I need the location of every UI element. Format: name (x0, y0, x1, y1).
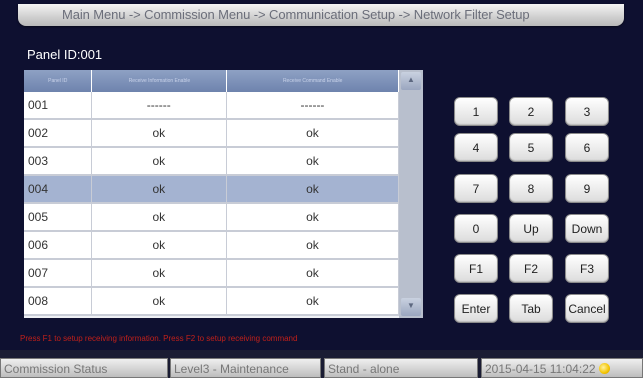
key-enter-button[interactable]: Enter (454, 294, 498, 323)
cell-panel-id: 001 (24, 92, 92, 118)
column-header-receive-command[interactable]: Receive Command Enable (227, 70, 399, 92)
column-header-panel-id[interactable]: Panel ID (24, 70, 93, 92)
key-5-button[interactable]: 5 (509, 133, 553, 162)
status-bar: Commission Status Level3 - Maintenance S… (0, 350, 643, 378)
table-body: 001 ------ ------ 002 ok ok 003 ok ok 00… (24, 92, 399, 318)
cell-receive-command[interactable]: ok (227, 148, 399, 174)
clock-icon (598, 363, 610, 374)
table-scrollbar[interactable]: ▲ ▼ (399, 70, 423, 318)
key-9-button[interactable]: 9 (565, 174, 609, 203)
cell-panel-id: 005 (24, 204, 92, 230)
cell-panel-id: 002 (24, 120, 92, 146)
key-2-button[interactable]: 2 (509, 97, 553, 126)
table-row[interactable]: 005 ok ok (24, 204, 399, 232)
panel-id-label: Panel ID:001 (27, 47, 103, 62)
cell-receive-command[interactable]: ok (227, 176, 399, 202)
cell-receive-information[interactable]: ok (92, 148, 227, 174)
cell-panel-id: 004 (24, 176, 92, 202)
cell-panel-id: 008 (24, 288, 92, 314)
datetime-display: 2015-04-15 11:04:22 (481, 358, 643, 378)
arrow-down-icon: ▼ (407, 301, 415, 310)
key-3-button[interactable]: 3 (565, 97, 609, 126)
cell-panel-id: 003 (24, 148, 92, 174)
cell-receive-command[interactable]: ok (227, 260, 399, 286)
key-4-button[interactable]: 4 (454, 133, 498, 162)
table-header: Panel ID Receive Information Enable Rece… (24, 70, 399, 92)
operating-mode: Stand - alone (324, 358, 478, 378)
key-7-button[interactable]: 7 (454, 174, 498, 203)
key-tab-button[interactable]: Tab (509, 294, 553, 323)
cell-receive-command[interactable]: ok (227, 288, 399, 314)
scroll-up-button[interactable]: ▲ (401, 72, 421, 90)
key-0-button[interactable]: 0 (454, 214, 498, 243)
cell-receive-command[interactable]: ok (227, 120, 399, 146)
access-level: Level3 - Maintenance (170, 358, 321, 378)
arrow-up-icon: ▲ (407, 75, 415, 84)
cell-receive-information[interactable]: ok (92, 232, 227, 258)
cell-receive-information[interactable]: ok (92, 120, 227, 146)
key-8-button[interactable]: 8 (509, 174, 553, 203)
breadcrumb: Main Menu -> Commission Menu -> Communic… (62, 7, 530, 22)
key-1-button[interactable]: 1 (454, 97, 498, 126)
table-row[interactable]: 001 ------ ------ (24, 92, 399, 120)
scroll-down-button[interactable]: ▼ (401, 298, 421, 316)
column-header-receive-information[interactable]: Receive Information Enable (92, 70, 228, 92)
cell-receive-information[interactable]: ------ (92, 92, 227, 118)
cell-receive-information[interactable]: ok (92, 260, 227, 286)
table-row[interactable]: 008 ok ok (24, 288, 399, 316)
cell-receive-information[interactable]: ok (92, 176, 227, 202)
network-filter-table: Panel ID Receive Information Enable Rece… (24, 70, 423, 318)
key-f2-button[interactable]: F2 (509, 254, 553, 283)
datetime-text: 2015-04-15 11:04:22 (485, 362, 596, 376)
cell-receive-command[interactable]: ok (227, 204, 399, 230)
cell-receive-command[interactable]: ------ (227, 92, 399, 118)
table-row[interactable]: 006 ok ok (24, 232, 399, 260)
key-f1-button[interactable]: F1 (454, 254, 498, 283)
cell-panel-id: 007 (24, 260, 92, 286)
key-6-button[interactable]: 6 (565, 133, 609, 162)
key-down-button[interactable]: Down (565, 214, 609, 243)
key-f3-button[interactable]: F3 (565, 254, 609, 283)
key-up-button[interactable]: Up (509, 214, 553, 243)
table-row[interactable]: 003 ok ok (24, 148, 399, 176)
cell-receive-command[interactable]: ok (227, 232, 399, 258)
cell-receive-information[interactable]: ok (92, 204, 227, 230)
table-row-selected[interactable]: 004 ok ok (24, 176, 399, 204)
status-message: Press F1 to setup receiving information.… (20, 334, 298, 343)
cell-panel-id: 006 (24, 232, 92, 258)
key-cancel-button[interactable]: Cancel (565, 294, 609, 323)
table-row[interactable]: 007 ok ok (24, 260, 399, 288)
status-label: Commission Status (0, 358, 168, 378)
title-bar: Main Menu -> Commission Menu -> Communic… (18, 4, 624, 26)
table-row[interactable]: 002 ok ok (24, 120, 399, 148)
cell-receive-information[interactable]: ok (92, 288, 227, 314)
